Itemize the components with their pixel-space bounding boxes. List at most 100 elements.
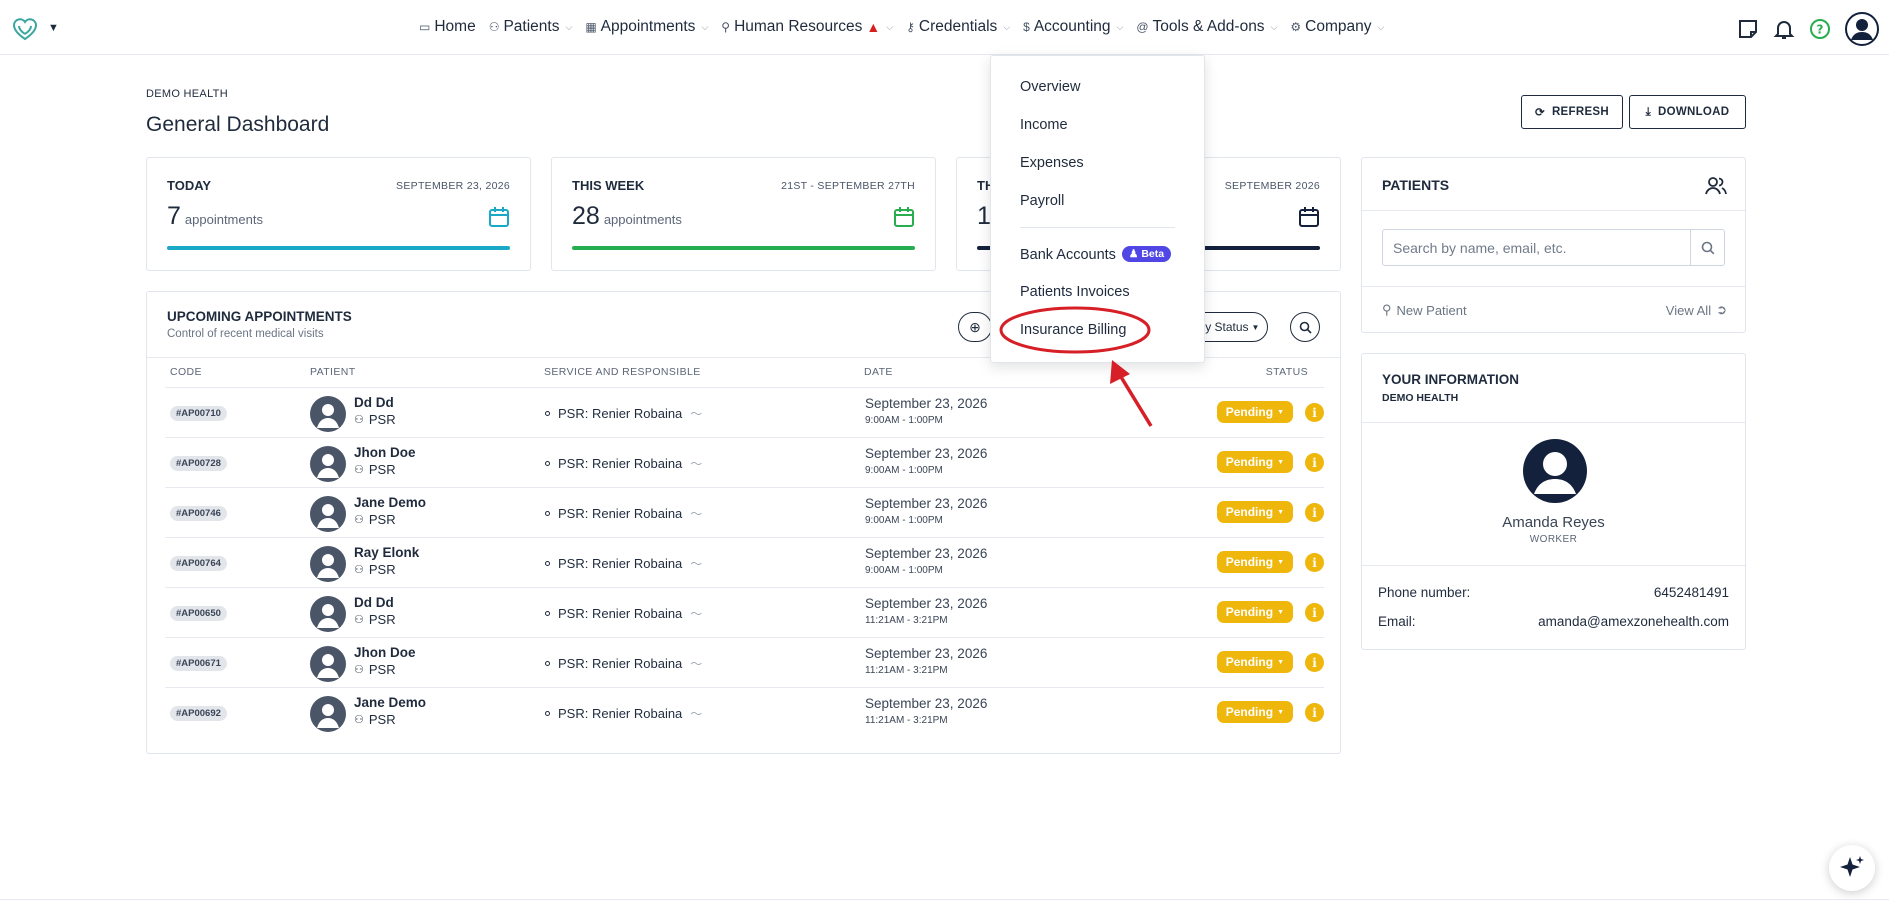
- appointment-code[interactable]: #AP00746: [170, 506, 227, 521]
- appointment-time: 9:00AM - 1:00PM: [865, 415, 943, 426]
- col-service: SERVICE AND RESPONSIBLE: [544, 366, 701, 378]
- nav-credentials[interactable]: ⚷ Credentials ⌵: [906, 18, 1010, 36]
- appointment-code[interactable]: #AP00728: [170, 456, 227, 471]
- table-row[interactable]: #AP00692 Jane Demo ⚇ PSR PSR: Renier Robaina…: [165, 687, 1324, 737]
- info-icon[interactable]: i: [1305, 703, 1324, 722]
- logo-icon: [12, 18, 38, 41]
- key-icon: ⚷: [906, 20, 915, 34]
- info-icon[interactable]: i: [1305, 403, 1324, 422]
- table-row[interactable]: #AP00650 Dd Dd ⚇ PSR PSR: Renier Robaina 〜 Sep…: [165, 587, 1324, 637]
- menu-item-patients-invoices[interactable]: Patients Invoices: [1020, 284, 1130, 300]
- logo[interactable]: ▼: [10, 14, 59, 42]
- patients-title: PATIENTS: [1382, 177, 1450, 193]
- stat-value: 28: [572, 202, 600, 230]
- status-badge[interactable]: Pending ▼: [1216, 501, 1293, 523]
- signature-icon: 〜: [690, 557, 703, 571]
- info-icon[interactable]: i: [1305, 453, 1324, 472]
- assistant-button[interactable]: [1829, 845, 1875, 891]
- bullet-icon: [545, 711, 550, 716]
- service-responsible: PSR: Renier Robaina: [558, 456, 683, 471]
- patient-name[interactable]: Jane Demo: [354, 695, 426, 710]
- menu-item-expenses[interactable]: Expenses: [1020, 155, 1084, 171]
- patient-name[interactable]: Jhon Doe: [354, 445, 416, 460]
- info-icon[interactable]: i: [1305, 653, 1324, 672]
- nav-accounting[interactable]: $ Accounting ⌵: [1023, 18, 1123, 36]
- refresh-button[interactable]: ⟳ REFRESH: [1521, 95, 1623, 129]
- email-value: amanda@amexzonehealth.com: [1538, 614, 1729, 629]
- nav-tools-addons[interactable]: @ Tools & Add-ons ⌵: [1136, 18, 1277, 36]
- menu-item-bank-accounts[interactable]: Bank Accounts ♟ Beta: [1020, 246, 1172, 263]
- bullet-icon: [545, 411, 550, 416]
- table-row[interactable]: #AP00671 Jhon Doe ⚇ PSR PSR: Renier Robaina 〜…: [165, 637, 1324, 687]
- bell-icon[interactable]: [1773, 18, 1795, 40]
- appointment-time: 11:21AM - 3:21PM: [865, 615, 948, 626]
- chevron-down-icon: ⌵: [1003, 21, 1011, 32]
- refresh-icon: ⟳: [1535, 107, 1545, 119]
- patient-name[interactable]: Jhon Doe: [354, 645, 416, 660]
- patient-avatar: [310, 646, 346, 682]
- appointment-code[interactable]: #AP00692: [170, 706, 227, 721]
- monitor-icon: ▭: [419, 20, 431, 34]
- menu-item-income[interactable]: Income: [1020, 117, 1068, 133]
- calendar-icon: [894, 207, 914, 227]
- menu-item-overview[interactable]: Overview: [1020, 79, 1080, 95]
- service-responsible: PSR: Renier Robaina: [558, 606, 683, 621]
- appointment-code[interactable]: #AP00710: [170, 406, 227, 421]
- menu-item-payroll[interactable]: Payroll: [1020, 193, 1064, 209]
- stat-unit: appointments: [603, 212, 682, 227]
- info-icon[interactable]: i: [1305, 553, 1324, 572]
- arrow-right-circle-icon: ➲: [1716, 302, 1727, 317]
- status-badge[interactable]: Pending ▼: [1216, 651, 1293, 673]
- appointment-code[interactable]: #AP00764: [170, 556, 227, 571]
- table-row[interactable]: #AP00728 Jhon Doe ⚇ PSR PSR: Renier Robaina 〜…: [165, 437, 1324, 487]
- service-responsible: PSR: Renier Robaina: [558, 706, 683, 721]
- add-appointment-button[interactable]: ⊕: [958, 312, 992, 342]
- patient-name[interactable]: Dd Dd: [354, 395, 394, 410]
- nav-home[interactable]: ▭ Home: [419, 18, 476, 36]
- bullet-icon: [545, 461, 550, 466]
- status-badge[interactable]: Pending ▼: [1216, 601, 1293, 623]
- patient-avatar: [310, 446, 346, 482]
- nav-company[interactable]: ⚙ Company ⌵: [1290, 18, 1384, 36]
- nav-human-resources[interactable]: ⚲ Human Resources ▲ ⌵: [721, 18, 893, 36]
- patient-avatar: [310, 546, 346, 582]
- patient-search-input[interactable]: [1383, 230, 1691, 265]
- user-avatar-icon[interactable]: [1845, 12, 1879, 46]
- appointments-subtitle: Control of recent medical visits: [167, 328, 324, 340]
- appointment-code[interactable]: #AP00650: [170, 606, 227, 621]
- patient-name[interactable]: Ray Elonk: [354, 545, 419, 560]
- chevron-down-icon: ▼: [48, 22, 59, 34]
- table-row[interactable]: #AP00746 Jane Demo ⚇ PSR PSR: Renier Robaina…: [165, 487, 1324, 537]
- table-row[interactable]: #AP00764 Ray Elonk ⚇ PSR PSR: Renier Robaina…: [165, 537, 1324, 587]
- info-icon[interactable]: i: [1305, 603, 1324, 622]
- info-subtitle: DEMO HEALTH: [1382, 392, 1459, 404]
- new-patient-link[interactable]: ⚲ New Patient: [1382, 302, 1467, 318]
- search-appointments-button[interactable]: [1290, 312, 1320, 342]
- phone-value: 6452481491: [1653, 585, 1729, 600]
- view-all-link[interactable]: View All ➲: [1666, 302, 1727, 318]
- nav-patients[interactable]: ⚇ Patients ⌵: [489, 18, 573, 36]
- status-badge[interactable]: Pending ▼: [1216, 551, 1293, 573]
- stat-card-week: THIS WEEK 21ST - SEPTEMBER 27TH 28 appoin…: [551, 157, 936, 271]
- nav-appointments[interactable]: ▦ Appointments ⌵: [585, 18, 708, 36]
- users-icon: [1705, 177, 1727, 195]
- status-badge[interactable]: Pending ▼: [1216, 401, 1293, 423]
- status-badge[interactable]: Pending ▼: [1216, 701, 1293, 723]
- download-button[interactable]: ⤓ DOWNLOAD: [1629, 95, 1746, 129]
- patient-search-button[interactable]: [1690, 230, 1724, 265]
- signature-icon: 〜: [690, 707, 703, 721]
- caret-down-icon: ▼: [1277, 608, 1284, 616]
- info-icon[interactable]: i: [1305, 503, 1324, 522]
- service-responsible: PSR: Renier Robaina: [558, 406, 683, 421]
- appointments-title: UPCOMING APPOINTMENTS: [167, 309, 352, 324]
- status-badge[interactable]: Pending ▼: [1216, 451, 1293, 473]
- patient-avatar: [310, 596, 346, 632]
- help-icon[interactable]: ?: [1809, 18, 1831, 40]
- patient-name[interactable]: Jane Demo: [354, 495, 426, 510]
- bullet-icon: [545, 661, 550, 666]
- notes-icon[interactable]: [1737, 18, 1759, 40]
- beta-badge: ♟ Beta: [1121, 246, 1172, 262]
- appointment-code[interactable]: #AP00671: [170, 656, 227, 671]
- phone-row: Phone number: 6452481491: [1378, 585, 1729, 600]
- patient-name[interactable]: Dd Dd: [354, 595, 394, 610]
